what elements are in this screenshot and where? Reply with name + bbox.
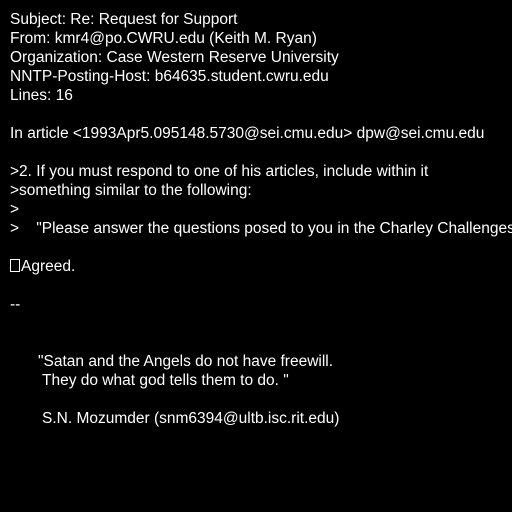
reply-line: Agreed. [10,257,75,276]
from-header: From: kmr4@po.CWRU.edu (Keith M. Ryan) [10,30,317,47]
signature-quote-line: They do what god tells them to do. " [42,372,289,389]
nntp-host-header: NNTP-Posting-Host: b64635.student.cwru.e… [10,68,329,85]
lines-header: Lines: 16 [10,87,73,104]
newsgroup-post: Subject: Re: Request for Support From: k… [0,0,512,512]
quoted-line: >something similar to the following: [10,182,252,199]
quoted-line: >2. If you must respond to one of his ar… [10,163,429,180]
quoted-line: > [10,201,20,218]
signature-quote-line: "Satan and the Angels do not have freewi… [38,353,334,370]
organization-header: Organization: Case Western Reserve Unive… [10,49,339,66]
missing-glyph-icon [10,259,20,272]
signature-separator: -- [10,296,21,313]
reply-text: Agreed. [21,258,76,275]
subject-header: Subject: Re: Request for Support [10,11,238,28]
signature-author: S.N. Mozumder (snm6394@ultb.isc.rit.edu) [42,410,340,427]
quoted-line: > "Please answer the questions posed to … [10,220,512,237]
attribution-line: In article <1993Apr5.095148.5730@sei.cmu… [10,125,485,142]
